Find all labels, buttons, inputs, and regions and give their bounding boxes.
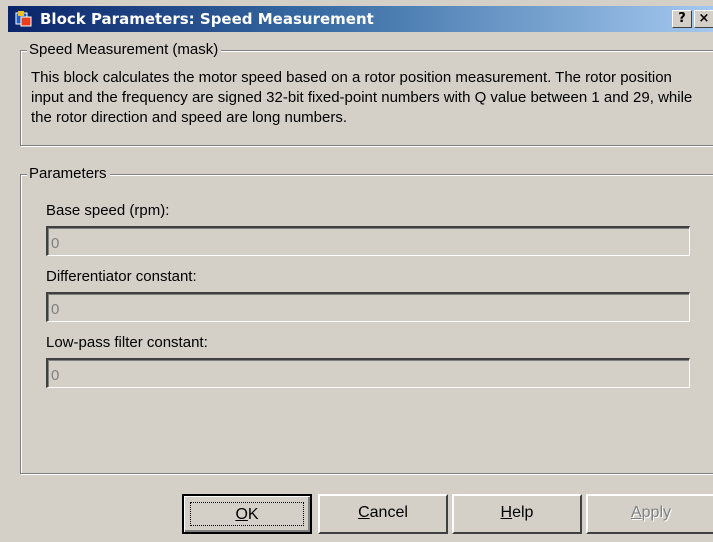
apply-mnemonic: A	[630, 504, 642, 521]
window-title: Block Parameters: Speed Measurement	[40, 10, 374, 28]
question-icon: ?	[678, 11, 686, 26]
differentiator-constant-label: Differentiator constant:	[46, 268, 197, 285]
low-pass-filter-constant-field[interactable]	[46, 358, 690, 388]
close-button[interactable]: ×	[694, 10, 713, 28]
base-speed-field[interactable]	[46, 226, 690, 256]
focus-rect: OK	[190, 502, 304, 526]
cancel-button[interactable]: Cancel	[318, 494, 448, 534]
ok-mnemonic: O	[235, 506, 248, 523]
help-caption-button[interactable]: ?	[672, 10, 692, 28]
help-button[interactable]: Help	[452, 494, 582, 534]
differentiator-constant-field[interactable]	[46, 292, 690, 322]
simulink-block-icon	[15, 11, 32, 27]
ok-label-rest: K	[247, 506, 259, 523]
help-mnemonic: H	[500, 504, 513, 521]
base-speed-label: Base speed (rpm):	[46, 202, 170, 219]
apply-button[interactable]: Apply	[586, 494, 713, 534]
description-group-title: Speed Measurement (mask)	[27, 41, 222, 59]
parameters-group-title: Parameters	[27, 165, 110, 183]
description-text: This block calculates the motor speed ba…	[31, 69, 693, 126]
apply-label-rest: pply	[641, 504, 672, 521]
help-label-rest: elp	[512, 504, 534, 521]
close-icon: ×	[698, 11, 710, 26]
description-group: Speed Measurement (mask) This block calc…	[20, 41, 713, 146]
cancel-label-rest: ancel	[369, 504, 408, 521]
cancel-mnemonic: C	[358, 504, 370, 521]
ok-button[interactable]: OK	[182, 494, 312, 534]
block-parameters-dialog: Block Parameters: Speed Measurement ? × …	[0, 0, 713, 542]
low-pass-filter-constant-label: Low-pass filter constant:	[46, 334, 208, 351]
title-bar[interactable]: Block Parameters: Speed Measurement ? ×	[8, 6, 713, 32]
